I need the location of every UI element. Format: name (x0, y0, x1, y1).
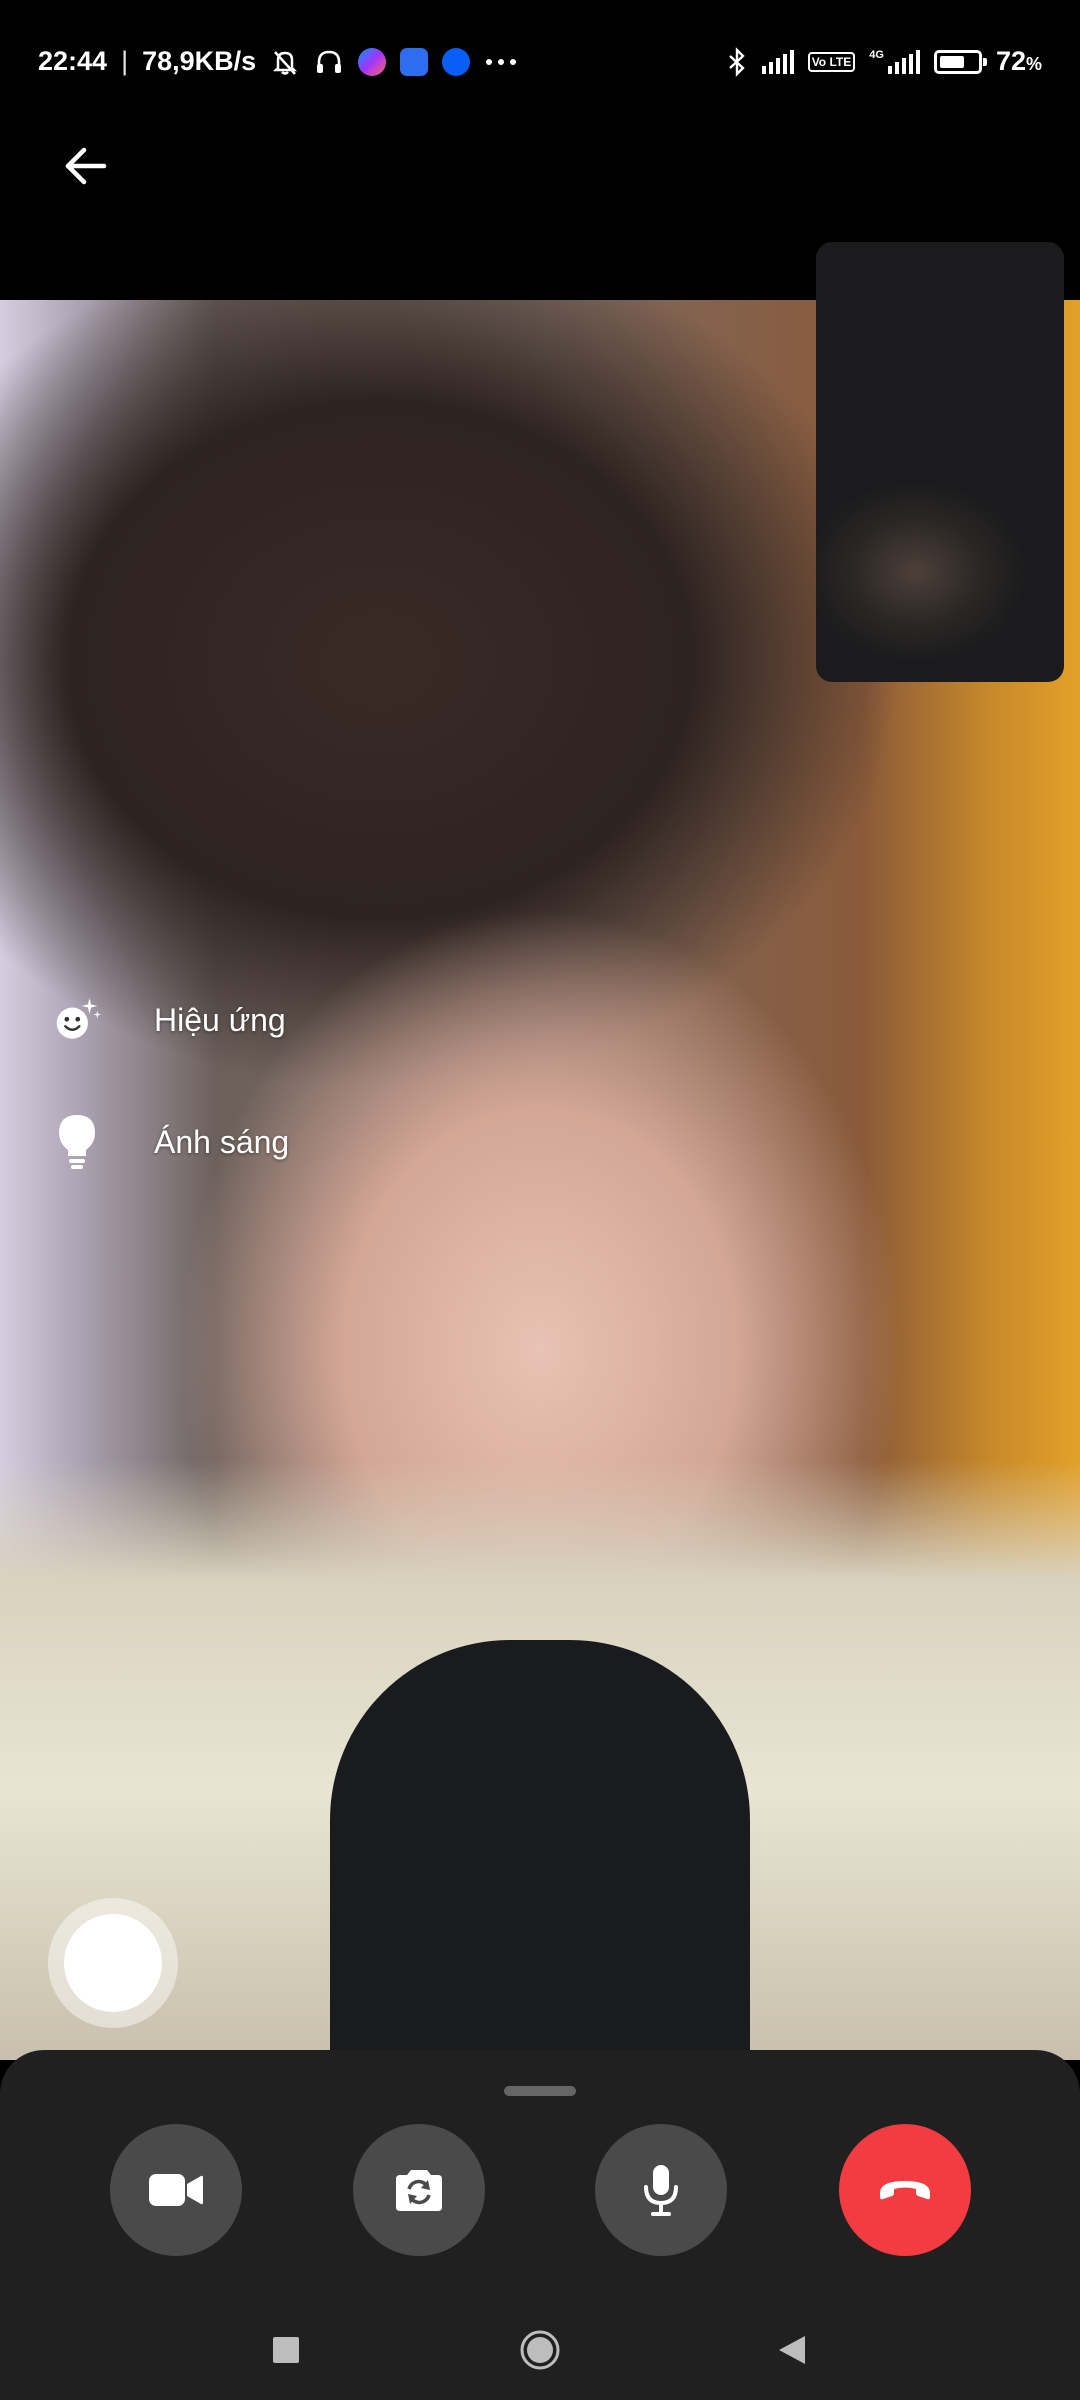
end-call-icon (880, 2181, 930, 2200)
lightbulb-icon (59, 1115, 95, 1169)
sheet-drag-handle[interactable] (504, 2086, 576, 2096)
messenger-icon (358, 47, 387, 76)
self-video-preview[interactable] (816, 242, 1064, 682)
app-icon (442, 47, 471, 76)
status-separator: | (121, 46, 129, 76)
light-option[interactable]: Ánh sáng (52, 1114, 289, 1170)
home-button[interactable] (512, 2322, 568, 2378)
network-label: 4G (869, 48, 884, 61)
volte-icon: Vo LTE (807, 51, 856, 72)
messages-icon (400, 47, 429, 76)
status-net-speed: 78,9KB/s (142, 46, 257, 76)
mute-microphone-button[interactable] (595, 2124, 727, 2256)
recents-square-icon (273, 2337, 299, 2363)
capture-photo-button[interactable] (48, 1898, 178, 2028)
sparkle-smiley-icon (56, 998, 102, 1039)
signal-4g-icon: 4G (869, 48, 920, 74)
camera-toggle-button[interactable] (110, 2124, 242, 2256)
mute-bell-icon (273, 50, 298, 75)
status-right: Vo LTE 4G 72% (726, 46, 1042, 77)
capture-button-inner (64, 1914, 162, 2012)
effects-label: Hiệu ứng (154, 1001, 286, 1038)
flip-camera-icon (396, 2170, 442, 2211)
microphone-icon (644, 2165, 678, 2216)
recents-button[interactable] (258, 2322, 314, 2378)
battery-fill (939, 55, 965, 68)
flip-camera-button[interactable] (353, 2124, 485, 2256)
effects-option[interactable]: Hiệu ứng (52, 992, 286, 1048)
more-dots-icon (486, 58, 517, 65)
video-call-screen: 22:44 | 78,9KB/s Vo LTE 4G 72% Hiệu ứng … (0, 0, 1080, 2400)
system-nav-bar (0, 2300, 1080, 2400)
home-circle-icon (520, 2330, 560, 2370)
video-camera-icon (149, 2174, 203, 2206)
video-shirt-area (330, 1640, 750, 2060)
end-call-button[interactable] (839, 2124, 971, 2256)
status-time: 22:44 (38, 46, 108, 76)
battery-percent: 72% (995, 46, 1042, 76)
nav-back-button[interactable] (764, 2322, 820, 2378)
light-label: Ánh sáng (154, 1123, 290, 1160)
back-button[interactable] (58, 138, 114, 194)
battery-icon (933, 49, 987, 74)
status-bar: 22:44 | 78,9KB/s Vo LTE 4G 72% (0, 0, 1080, 130)
status-left: 22:44 | 78,9KB/s (38, 46, 518, 77)
bluetooth-icon (728, 46, 745, 77)
signal-icon (761, 49, 794, 74)
back-arrow-icon (65, 147, 107, 185)
back-triangle-icon (779, 2336, 805, 2364)
headphones-icon (317, 50, 342, 73)
